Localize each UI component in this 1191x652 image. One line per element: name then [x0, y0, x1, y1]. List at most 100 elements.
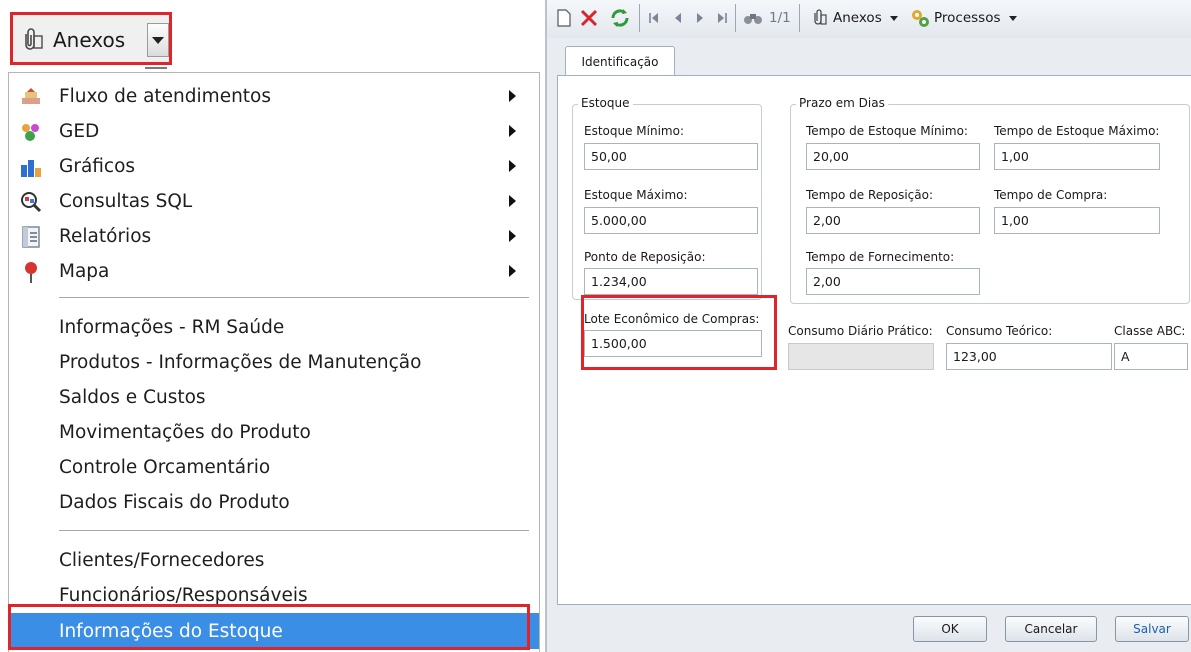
menu-item-informacoes-estoque[interactable]: Informações do Estoque: [9, 613, 539, 649]
menu-item-relatorios[interactable]: Relatórios: [9, 219, 539, 254]
delete-button[interactable]: [579, 5, 599, 31]
tempo-estoque-maximo-label: Tempo de Estoque Máximo:: [994, 124, 1160, 138]
lote-economico-input[interactable]: [584, 330, 762, 357]
consumo-diario-label: Consumo Diário Prático:: [788, 324, 933, 338]
form-window: 1/1 Anexos Processos Identificação Estoq…: [545, 0, 1191, 652]
classe-abc-label: Classe ABC:: [1114, 324, 1186, 338]
consumo-diario-input: [788, 343, 934, 370]
menu-item-graficos[interactable]: Gráficos: [9, 149, 539, 184]
tempo-compra-label: Tempo de Compra:: [994, 188, 1108, 202]
chart-icon: [21, 160, 41, 177]
estoque-minimo-label: Estoque Mínimo:: [584, 124, 685, 138]
tempo-compra-input[interactable]: [994, 207, 1160, 234]
new-document-icon: [557, 9, 571, 27]
estoque-maximo-label: Estoque Máximo:: [584, 188, 688, 202]
tab-content: Estoque Estoque Mínimo: Estoque Máximo: …: [557, 75, 1191, 605]
tempo-estoque-minimo-input[interactable]: [806, 143, 980, 170]
anexos-button[interactable]: Anexos: [17, 23, 125, 57]
submenu-arrow-icon: [509, 160, 516, 172]
classe-abc-input[interactable]: [1114, 343, 1188, 370]
anexos-highlight-box: Anexos: [10, 12, 172, 65]
submenu-arrow-icon: [509, 230, 516, 242]
anexos-dropdown-button[interactable]: [147, 23, 169, 57]
flow-icon: [22, 88, 40, 104]
submenu-arrow-icon: [509, 195, 516, 207]
toolbar-processos-label: Processos: [934, 10, 1001, 26]
next-icon: [697, 13, 703, 23]
search-records-button[interactable]: [743, 5, 763, 31]
paperclip-icon: [25, 28, 43, 50]
menu-item-ged[interactable]: GED: [9, 114, 539, 149]
estoque-minimo-input[interactable]: [584, 143, 758, 170]
submenu-arrow-icon: [509, 125, 516, 137]
binoculars-icon: [744, 14, 762, 24]
menu-item-label: Saldos e Custos: [59, 387, 206, 408]
tempo-reposicao-input[interactable]: [806, 207, 980, 234]
menu-item-label: Fluxo de atendimentos: [59, 86, 272, 107]
menu-item-saldos-custos[interactable]: Saldos e Custos: [9, 380, 539, 415]
first-page-icon: [649, 13, 658, 23]
context-menu-panel: Anexos Fluxo de atendimentos GED Gráfico…: [0, 0, 541, 652]
tempo-estoque-minimo-label: Tempo de Estoque Mínimo:: [806, 124, 968, 138]
refresh-icon: [611, 9, 629, 27]
first-record-button[interactable]: [647, 5, 661, 31]
sql-query-icon: [21, 192, 42, 213]
menu-item-clientes-fornecedores[interactable]: Clientes/Fornecedores: [9, 543, 539, 578]
menu-item-funcionarios-responsaveis[interactable]: Funcionários/Responsáveis: [9, 578, 539, 613]
consumo-teorico-input[interactable]: [946, 343, 1112, 370]
menu-item-label: Informações do Estoque: [59, 620, 283, 642]
last-page-icon: [718, 13, 727, 23]
lote-economico-label: Lote Econômico de Compras:: [584, 312, 760, 326]
submenu-arrow-icon: [509, 90, 516, 102]
last-record-button[interactable]: [715, 5, 729, 31]
toolbar-separator: [735, 4, 736, 32]
menu-item-label: Dados Fiscais do Produto: [59, 492, 290, 513]
toolbar: 1/1 Anexos Processos: [547, 0, 1191, 38]
tab-identificacao[interactable]: Identificação: [565, 46, 675, 76]
new-record-button[interactable]: [555, 5, 573, 31]
ponto-reposicao-label: Ponto de Reposição:: [584, 250, 706, 264]
toolbar-anexos-button[interactable]: Anexos: [809, 5, 898, 31]
next-record-button[interactable]: [695, 5, 705, 31]
menu-item-controle-orcamentario[interactable]: Controle Orcamentário: [9, 450, 539, 485]
menu-separator: [59, 297, 529, 298]
estoque-maximo-input[interactable]: [584, 207, 758, 234]
cancel-button[interactable]: Cancelar: [1005, 616, 1097, 642]
delete-x-icon: [580, 9, 598, 27]
estoque-group-legend: Estoque: [578, 96, 633, 110]
menu-item-dados-fiscais[interactable]: Dados Fiscais do Produto: [9, 485, 539, 520]
menu-item-label: Gráficos: [59, 156, 136, 177]
save-button[interactable]: Salvar: [1115, 616, 1189, 642]
tempo-fornecimento-label: Tempo de Fornecimento:: [806, 250, 955, 264]
menu-item-label: Informações - RM Saúde: [59, 317, 285, 338]
menu-item-movimentacoes-produto[interactable]: Movimentações do Produto: [9, 415, 539, 450]
tempo-fornecimento-input[interactable]: [806, 268, 980, 295]
refresh-button[interactable]: [609, 5, 631, 31]
ponto-reposicao-input[interactable]: [584, 268, 758, 295]
menu-separator: [59, 530, 529, 531]
menu-item-consultas-sql[interactable]: Consultas SQL: [9, 184, 539, 219]
menu-item-informacoes-rm-saude[interactable]: Informações - RM Saúde: [9, 310, 539, 345]
menu-item-mapa[interactable]: Mapa: [9, 254, 539, 289]
anexos-menu: Fluxo de atendimentos GED Gráficos Consu…: [8, 72, 540, 652]
menu-item-produtos-manutencao[interactable]: Produtos - Informações de Manutenção: [9, 345, 539, 380]
processes-gear-icon: [912, 10, 929, 27]
chevron-down-icon: [889, 15, 898, 21]
toolbar-separator: [639, 4, 640, 32]
toolbar-processos-button[interactable]: Processos: [909, 5, 1017, 31]
previous-record-button[interactable]: [673, 5, 683, 31]
prazo-group-legend: Prazo em Dias: [796, 96, 888, 110]
chevron-down-icon: [152, 36, 164, 44]
menu-item-label: Mapa: [59, 261, 110, 282]
menu-item-label: GED: [59, 121, 100, 142]
tempo-estoque-maximo-input[interactable]: [994, 143, 1160, 170]
menu-item-fluxo-atendimentos[interactable]: Fluxo de atendimentos: [9, 79, 539, 114]
menu-item-label: Controle Orcamentário: [59, 457, 271, 478]
ok-button[interactable]: OK: [913, 616, 987, 642]
dropdown-underline: [145, 67, 167, 69]
previous-icon: [675, 13, 681, 23]
toolbar-separator: [799, 4, 800, 32]
menu-item-label: Produtos - Informações de Manutenção: [59, 352, 422, 373]
anexos-label: Anexos: [53, 28, 126, 52]
chevron-down-icon: [1008, 15, 1017, 21]
